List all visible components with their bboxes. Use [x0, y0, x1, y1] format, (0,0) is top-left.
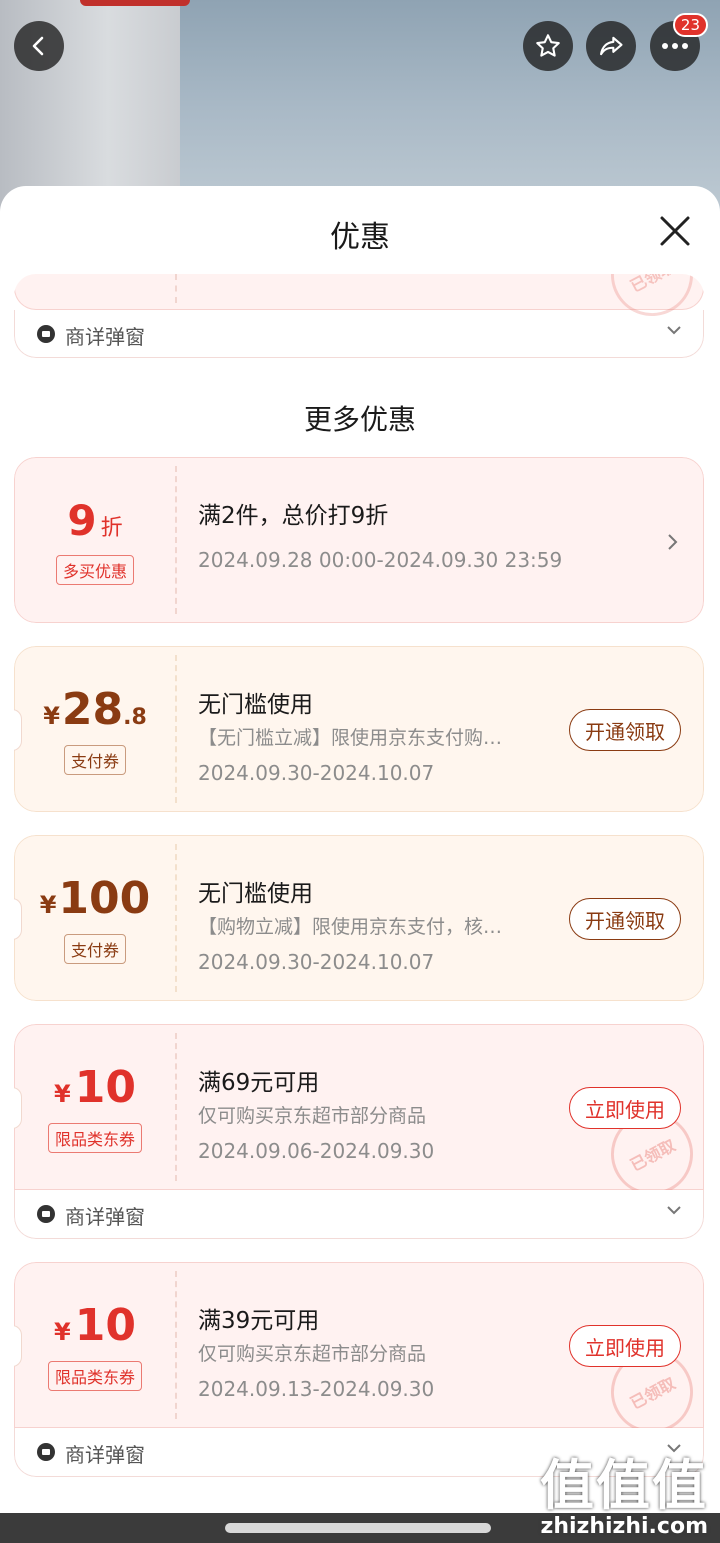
chevron-right-icon	[668, 534, 678, 550]
coupon-tag: 多买优惠	[55, 554, 134, 585]
amount-main: 10	[74, 1299, 136, 1351]
claimed-stamp-text: 已领取	[627, 274, 679, 296]
coupon-amount: ¥ 28 .8	[43, 684, 147, 735]
coupon-value: ¥ 100 支付券	[15, 836, 175, 1000]
activate-claim-button[interactable]: 开通领取	[569, 898, 681, 940]
coupon-tag: 限品类东券	[47, 1360, 142, 1391]
chevron-down-icon	[667, 1444, 681, 1453]
coupon-divider	[175, 274, 177, 303]
coupon-divider	[175, 466, 177, 614]
coupon-date: 2024.09.13-2024.09.30	[198, 1377, 435, 1401]
amount-main: 9	[67, 495, 97, 545]
coupon-desc: 仅可购买京东超市部分商品	[198, 1105, 427, 1127]
coupon-card-payment-28-8: ¥ 28 .8 支付券 无门槛使用 【无门槛立减】限使用京东支付购… 2024.…	[14, 646, 704, 812]
currency-symbol: ¥	[54, 1317, 71, 1346]
use-now-button[interactable]: 立即使用	[569, 1087, 681, 1129]
coupon-date: 2024.09.30-2024.10.07	[198, 761, 435, 785]
coupon-card-supermarket-69: ¥ 10 限品类东券 满69元可用 仅可购买京东超市部分商品 2024.09.0…	[14, 1024, 704, 1239]
coupon-tag: 支付券	[63, 933, 126, 964]
currency-symbol: ¥	[54, 1079, 71, 1108]
message-count-badge: 23	[672, 13, 708, 37]
back-arrow-icon	[32, 36, 44, 56]
coupon-body: ¥ 28 .8 支付券 无门槛使用 【无门槛立减】限使用京东支付购… 2024.…	[14, 646, 704, 812]
currency-symbol: ¥	[43, 701, 60, 730]
coupon-value: ¥ 10 限品类东券	[15, 1263, 175, 1427]
share-icon	[600, 36, 623, 56]
coupon-value: ¥ 28 .8 支付券	[15, 647, 175, 811]
coupon-body: 9 折 多买优惠 满2件，总价打9折 2024.09.28 00:00-2024…	[14, 457, 704, 623]
coupon-tag: 限品类东券	[47, 1122, 142, 1153]
amount-suffix: 折	[100, 515, 123, 541]
coupon-title: 满39元可用	[198, 1308, 320, 1334]
amount-suffix: .8	[123, 704, 147, 730]
coupon-card-partial: 已领取 商详弹窗	[14, 274, 704, 358]
product-detail-icon	[37, 1443, 55, 1461]
coupon-date: 2024.09.06-2024.09.30	[198, 1139, 435, 1163]
detail-row-label: 商详弹窗	[65, 1443, 145, 1467]
coupon-body: ¥ 100 支付券 无门槛使用 【购物立减】限使用京东支付，核… 2024.09…	[14, 835, 704, 1001]
product-detail-icon	[37, 1205, 55, 1223]
coupon-amount: ¥ 10	[54, 1062, 136, 1113]
coupon-title: 无门槛使用	[198, 692, 313, 718]
chevron-down-icon	[667, 326, 681, 335]
coupon-info: 满2件，总价打9折 2024.09.28 00:00-2024.09.30 23…	[198, 458, 703, 622]
claimed-stamp-text: 已领取	[627, 1135, 679, 1175]
product-image-accent	[80, 0, 190, 6]
coupon-sheet: 优惠 已领取 商详弹窗 更多优惠 9 折 多买优惠 满2件，总价打9折 2024…	[0, 186, 720, 1543]
coupon-title: 无门槛使用	[198, 881, 313, 907]
claimed-stamp-text: 已领取	[627, 1373, 679, 1413]
detail-row-label: 商详弹窗	[65, 325, 145, 349]
sheet-title: 优惠	[330, 220, 390, 255]
close-icon[interactable]	[658, 214, 692, 248]
detail-row-label: 商详弹窗	[65, 1205, 145, 1229]
coupon-partial-body: 已领取	[14, 274, 704, 331]
coupon-desc: 【无门槛立减】限使用京东支付购…	[198, 727, 503, 749]
chevron-down-icon	[667, 1206, 681, 1215]
star-icon	[536, 34, 560, 57]
coupon-body: ¥ 10 限品类东券 满39元可用 仅可购买京东超市部分商品 2024.09.1…	[14, 1262, 704, 1448]
more-dots-icon	[662, 43, 688, 49]
detail-row[interactable]: 商详弹窗	[14, 1190, 704, 1239]
favorite-button[interactable]	[523, 21, 573, 71]
watermark-logo: 值值值	[540, 1454, 708, 1517]
coupon-card-payment-100: ¥ 100 支付券 无门槛使用 【购物立减】限使用京东支付，核… 2024.09…	[14, 835, 704, 1001]
section-title-more-offers: 更多优惠	[303, 403, 416, 436]
coupon-title: 满69元可用	[198, 1070, 320, 1096]
coupon-desc: 仅可购买京东超市部分商品	[198, 1343, 427, 1365]
coupon-divider	[175, 1033, 177, 1181]
watermark-site: zhizhizhi.com	[540, 1514, 708, 1539]
coupon-divider	[175, 655, 177, 803]
coupon-amount: ¥ 10	[54, 1300, 136, 1351]
amount-main: 28	[61, 683, 124, 735]
detail-row[interactable]: 商详弹窗	[14, 310, 704, 358]
coupon-date: 2024.09.28 00:00-2024.09.30 23:59	[198, 548, 563, 572]
coupon-tag: 支付券	[63, 744, 126, 775]
currency-symbol: ¥	[39, 890, 57, 919]
coupon-divider	[175, 844, 177, 992]
amount-main: 10	[74, 1061, 136, 1113]
coupon-card-supermarket-39: ¥ 10 限品类东券 满39元可用 仅可购买京东超市部分商品 2024.09.1…	[14, 1262, 704, 1477]
watermark: 值值值 zhizhizhi.com	[540, 1454, 708, 1540]
coupon-body: ¥ 10 限品类东券 满69元可用 仅可购买京东超市部分商品 2024.09.0…	[14, 1024, 704, 1210]
coupon-desc: 【购物立减】限使用京东支付，核…	[198, 916, 503, 938]
coupon-value: ¥ 10 限品类东券	[15, 1025, 175, 1189]
coupon-date: 2024.09.30-2024.10.07	[198, 950, 435, 974]
use-now-button[interactable]: 立即使用	[569, 1325, 681, 1367]
more-button[interactable]: 23	[650, 13, 708, 71]
coupon-divider	[175, 1271, 177, 1419]
activate-claim-button[interactable]: 开通领取	[569, 709, 681, 751]
coupon-amount: ¥ 100	[40, 873, 151, 924]
back-button[interactable]	[14, 21, 64, 71]
home-indicator[interactable]	[225, 1523, 491, 1533]
coupon-value: 9 折 多买优惠	[15, 458, 175, 622]
share-button[interactable]	[586, 21, 636, 71]
coupon-card-discount[interactable]: 9 折 多买优惠 满2件，总价打9折 2024.09.28 00:00-2024…	[14, 457, 704, 623]
product-detail-icon	[37, 325, 55, 343]
coupon-amount: 9 折	[67, 496, 122, 545]
amount-main: 100	[58, 872, 151, 924]
coupon-title: 满2件，总价打9折	[198, 503, 389, 529]
